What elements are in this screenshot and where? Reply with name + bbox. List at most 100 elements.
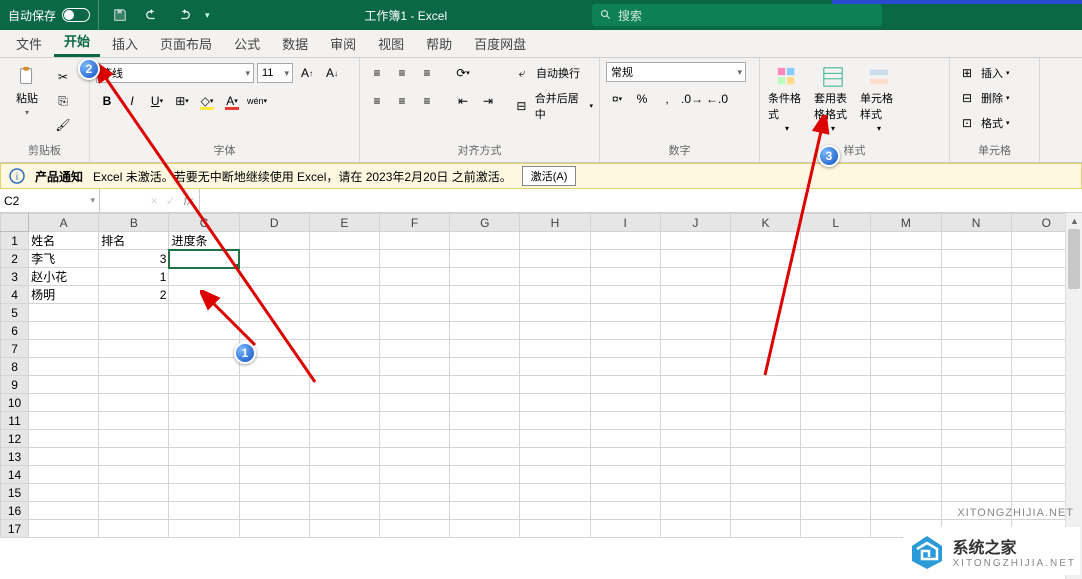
cell-I12[interactable] xyxy=(590,430,660,448)
cell-D13[interactable] xyxy=(239,448,309,466)
cell-F3[interactable] xyxy=(380,268,450,286)
cell-M2[interactable] xyxy=(871,250,941,268)
cell-K1[interactable] xyxy=(730,232,800,250)
cell-N3[interactable] xyxy=(941,268,1011,286)
cell-D16[interactable] xyxy=(239,502,309,520)
cell-J6[interactable] xyxy=(660,322,730,340)
cell-B7[interactable] xyxy=(99,340,169,358)
cell-D5[interactable] xyxy=(239,304,309,322)
cell-N13[interactable] xyxy=(941,448,1011,466)
cell-J7[interactable] xyxy=(660,340,730,358)
increase-decimal-icon[interactable]: .0→ xyxy=(681,88,703,110)
cell-B5[interactable] xyxy=(99,304,169,322)
cell-B11[interactable] xyxy=(99,412,169,430)
cell-A5[interactable] xyxy=(29,304,99,322)
cell-H7[interactable] xyxy=(520,340,590,358)
cell-J14[interactable] xyxy=(660,466,730,484)
cell-I13[interactable] xyxy=(590,448,660,466)
cell-M10[interactable] xyxy=(871,394,941,412)
cell-B2[interactable]: 3 xyxy=(99,250,169,268)
tab-layout[interactable]: 页面布局 xyxy=(150,30,222,57)
cell-F5[interactable] xyxy=(380,304,450,322)
tab-help[interactable]: 帮助 xyxy=(416,30,462,57)
row-header-2[interactable]: 2 xyxy=(1,250,29,268)
cell-A14[interactable] xyxy=(29,466,99,484)
cell-D2[interactable] xyxy=(239,250,309,268)
cell-F6[interactable] xyxy=(380,322,450,340)
cell-K8[interactable] xyxy=(730,358,800,376)
col-header-K[interactable]: K xyxy=(730,214,800,232)
cell-N5[interactable] xyxy=(941,304,1011,322)
font-size-select[interactable]: 11 xyxy=(257,63,293,83)
cell-E10[interactable] xyxy=(309,394,379,412)
cell-A2[interactable]: 李飞 xyxy=(29,250,99,268)
cell-N7[interactable] xyxy=(941,340,1011,358)
cell-A12[interactable] xyxy=(29,430,99,448)
cell-I16[interactable] xyxy=(590,502,660,520)
cell-L6[interactable] xyxy=(801,322,871,340)
col-header-C[interactable]: C xyxy=(169,214,239,232)
cell-G10[interactable] xyxy=(450,394,520,412)
table-format-button[interactable]: 套用表格格式▾ xyxy=(812,62,854,137)
scroll-thumb[interactable] xyxy=(1068,229,1080,289)
cell-F10[interactable] xyxy=(380,394,450,412)
row-header-16[interactable]: 16 xyxy=(1,502,29,520)
cell-A15[interactable] xyxy=(29,484,99,502)
col-header-E[interactable]: E xyxy=(309,214,379,232)
cell-I15[interactable] xyxy=(590,484,660,502)
row-header-3[interactable]: 3 xyxy=(1,268,29,286)
cell-E15[interactable] xyxy=(309,484,379,502)
cell-C13[interactable] xyxy=(169,448,239,466)
cell-B4[interactable]: 2 xyxy=(99,286,169,304)
cell-J5[interactable] xyxy=(660,304,730,322)
cell-J9[interactable] xyxy=(660,376,730,394)
cell-L8[interactable] xyxy=(801,358,871,376)
cell-D12[interactable] xyxy=(239,430,309,448)
formula-input[interactable] xyxy=(200,189,1082,212)
currency-icon[interactable]: ¤▾ xyxy=(606,88,628,110)
cell-A1[interactable]: 姓名 xyxy=(29,232,99,250)
cell-F16[interactable] xyxy=(380,502,450,520)
cell-E13[interactable] xyxy=(309,448,379,466)
col-header-D[interactable]: D xyxy=(239,214,309,232)
cell-L2[interactable] xyxy=(801,250,871,268)
cell-B1[interactable]: 排名 xyxy=(99,232,169,250)
font-name-select[interactable]: 等线 xyxy=(96,63,254,83)
col-header-H[interactable]: H xyxy=(520,214,590,232)
cell-H9[interactable] xyxy=(520,376,590,394)
cell-K5[interactable] xyxy=(730,304,800,322)
cell-K16[interactable] xyxy=(730,502,800,520)
save-icon[interactable] xyxy=(109,4,131,26)
row-header-11[interactable]: 11 xyxy=(1,412,29,430)
cell-A17[interactable] xyxy=(29,520,99,538)
cell-N1[interactable] xyxy=(941,232,1011,250)
copy-icon[interactable]: ⎘ xyxy=(52,90,74,112)
fx-icon[interactable]: fx xyxy=(184,194,193,208)
cell-J10[interactable] xyxy=(660,394,730,412)
cell-A13[interactable] xyxy=(29,448,99,466)
align-center-icon[interactable]: ≡ xyxy=(391,90,413,112)
cell-B8[interactable] xyxy=(99,358,169,376)
cell-B16[interactable] xyxy=(99,502,169,520)
cell-I14[interactable] xyxy=(590,466,660,484)
cell-G16[interactable] xyxy=(450,502,520,520)
cell-M3[interactable] xyxy=(871,268,941,286)
cell-I1[interactable] xyxy=(590,232,660,250)
cell-M1[interactable] xyxy=(871,232,941,250)
cell-L3[interactable] xyxy=(801,268,871,286)
cell-K13[interactable] xyxy=(730,448,800,466)
cell-I17[interactable] xyxy=(590,520,660,538)
cell-D17[interactable] xyxy=(239,520,309,538)
cell-H2[interactable] xyxy=(520,250,590,268)
cell-L7[interactable] xyxy=(801,340,871,358)
cell-E9[interactable] xyxy=(309,376,379,394)
cell-E11[interactable] xyxy=(309,412,379,430)
tab-insert[interactable]: 插入 xyxy=(102,30,148,57)
cell-N2[interactable] xyxy=(941,250,1011,268)
cell-G13[interactable] xyxy=(450,448,520,466)
cell-C9[interactable] xyxy=(169,376,239,394)
cell-G15[interactable] xyxy=(450,484,520,502)
cell-F11[interactable] xyxy=(380,412,450,430)
cell-E1[interactable] xyxy=(309,232,379,250)
cell-A6[interactable] xyxy=(29,322,99,340)
